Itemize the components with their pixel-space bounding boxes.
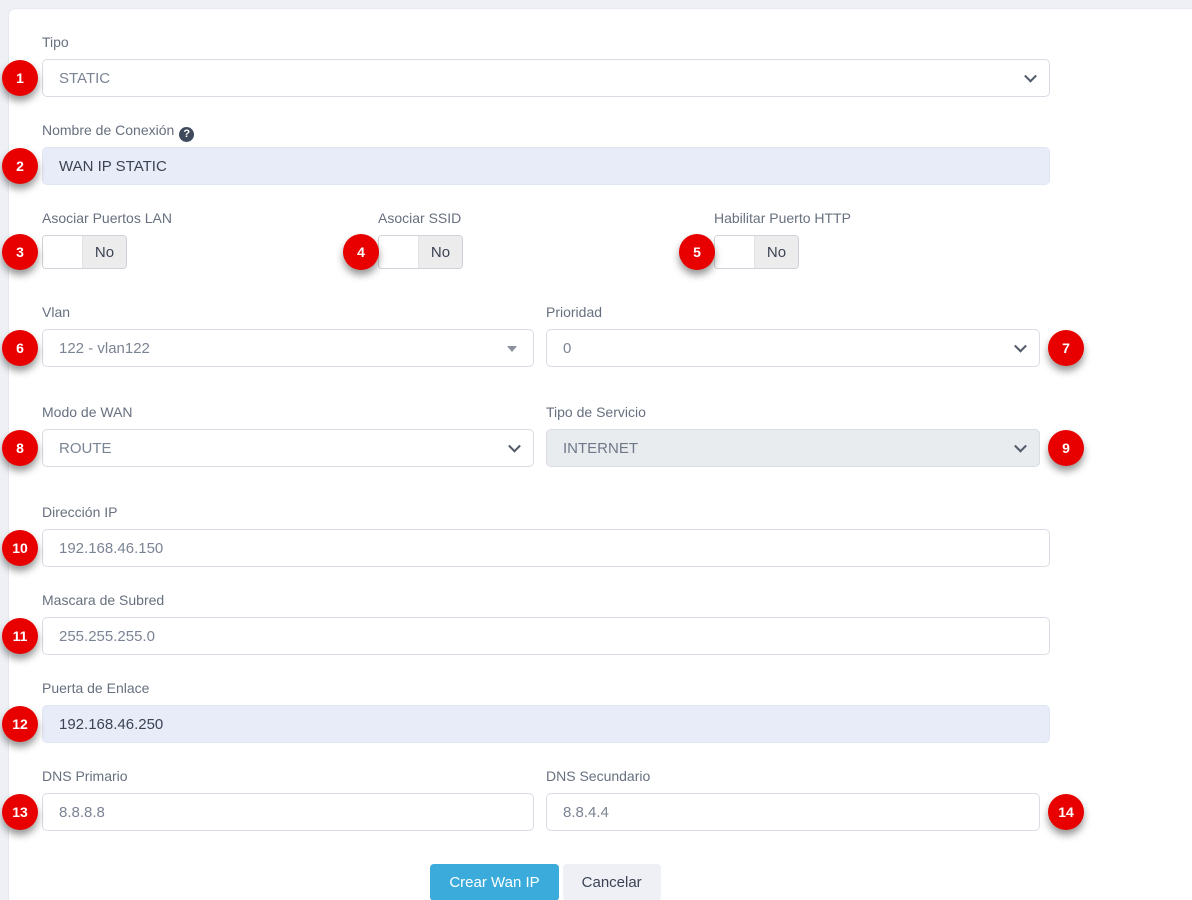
mascara-label: Mascara de Subred bbox=[42, 592, 165, 608]
create-wan-ip-button[interactable]: Crear Wan IP bbox=[430, 864, 559, 900]
dns-row: DNS Primario 13 DNS Secundario 14 bbox=[2, 767, 1084, 831]
field-dns-primario: DNS Primario 13 bbox=[2, 767, 534, 831]
step-badge-6: 6 bbox=[2, 330, 38, 366]
nombre-conexion-label: Nombre de Conexión? bbox=[42, 121, 1050, 142]
field-vlan: Vlan 6 122 - vlan122 bbox=[2, 303, 534, 367]
step-badge-7: 7 bbox=[1048, 330, 1084, 366]
prioridad-label: Prioridad bbox=[546, 304, 603, 320]
direccion-ip-input[interactable] bbox=[42, 529, 1050, 567]
modo-wan-label: Modo de WAN bbox=[42, 404, 133, 420]
vlan-prioridad-row: Vlan 6 122 - vlan122 Prioridad 7 0 bbox=[2, 303, 1084, 367]
toggle-knob bbox=[379, 236, 419, 268]
dropdown-arrow-icon bbox=[507, 346, 517, 352]
puerto-http-label: Habilitar Puerto HTTP bbox=[714, 210, 851, 226]
field-asociar-lan: Asociar Puertos LAN 3 No bbox=[2, 209, 378, 270]
puerta-enlace-label: Puerta de Enlace bbox=[42, 680, 150, 696]
dns-secundario-label: DNS Secundario bbox=[546, 768, 651, 784]
step-badge-1: 1 bbox=[2, 60, 38, 96]
step-badge-11: 11 bbox=[2, 618, 38, 654]
field-tipo-servicio: Tipo de Servicio 9 INTERNET bbox=[546, 403, 1084, 467]
field-modo-wan: Modo de WAN 8 ROUTE bbox=[2, 403, 534, 467]
tipo-servicio-select: INTERNET bbox=[546, 429, 1040, 467]
step-badge-14: 14 bbox=[1048, 794, 1084, 830]
field-puerta-enlace: Puerta de Enlace 12 bbox=[2, 679, 1050, 743]
asociar-ssid-toggle[interactable]: No bbox=[378, 235, 463, 269]
vlan-label: Vlan bbox=[42, 304, 71, 320]
step-badge-4: 4 bbox=[343, 234, 379, 270]
step-badge-5: 5 bbox=[679, 234, 715, 270]
direccion-ip-label: Dirección IP bbox=[42, 504, 118, 520]
toggle-knob bbox=[715, 236, 755, 268]
dns-primario-input[interactable] bbox=[42, 793, 534, 831]
toggle-knob bbox=[43, 236, 83, 268]
vlan-select[interactable]: 122 - vlan122 bbox=[42, 329, 534, 367]
vlan-selected-value: 122 - vlan122 bbox=[59, 339, 150, 357]
field-tipo: Tipo 1 STATIC bbox=[2, 33, 1050, 97]
toggle-state-label: No bbox=[419, 236, 462, 268]
field-puerto-http: Habilitar Puerto HTTP 5 No bbox=[679, 209, 1050, 270]
form-card: Tipo 1 STATIC Nombre de Conexión? 2 Asoc… bbox=[2, 8, 1192, 900]
tipo-label: Tipo bbox=[42, 34, 69, 50]
step-badge-12: 12 bbox=[2, 706, 38, 742]
toggles-row: Asociar Puertos LAN 3 No Asociar SSID 4 … bbox=[2, 209, 1050, 270]
step-badge-3: 3 bbox=[2, 234, 38, 270]
form-actions: Crear Wan IP Cancelar bbox=[42, 864, 1049, 900]
step-badge-13: 13 bbox=[2, 794, 38, 830]
step-badge-8: 8 bbox=[2, 430, 38, 466]
field-mascara: Mascara de Subred 11 bbox=[2, 591, 1050, 655]
toggle-state-label: No bbox=[83, 236, 126, 268]
field-dns-secundario: DNS Secundario 14 bbox=[546, 767, 1084, 831]
nombre-conexion-input[interactable] bbox=[42, 147, 1050, 185]
asociar-lan-toggle[interactable]: No bbox=[42, 235, 127, 269]
step-badge-9: 9 bbox=[1048, 430, 1084, 466]
dns-secundario-input[interactable] bbox=[546, 793, 1040, 831]
help-icon[interactable]: ? bbox=[179, 126, 195, 142]
dns-primario-label: DNS Primario bbox=[42, 768, 128, 784]
tipo-servicio-label: Tipo de Servicio bbox=[546, 404, 646, 420]
step-badge-10: 10 bbox=[2, 530, 38, 566]
mascara-input[interactable] bbox=[42, 617, 1050, 655]
puerto-http-toggle[interactable]: No bbox=[714, 235, 799, 269]
puerta-enlace-input[interactable] bbox=[42, 705, 1050, 743]
modo-servicio-row: Modo de WAN 8 ROUTE Tipo de Servicio 9 I… bbox=[2, 403, 1084, 467]
modo-wan-select[interactable]: ROUTE bbox=[42, 429, 534, 467]
step-badge-2: 2 bbox=[2, 148, 38, 184]
wan-form: Tipo 1 STATIC Nombre de Conexión? 2 Asoc… bbox=[2, 9, 1084, 900]
field-direccion-ip: Dirección IP 10 bbox=[2, 503, 1050, 567]
field-nombre-conexion: Nombre de Conexión? 2 bbox=[2, 121, 1050, 185]
tipo-select[interactable]: STATIC bbox=[42, 59, 1050, 97]
asociar-lan-label: Asociar Puertos LAN bbox=[42, 210, 172, 226]
asociar-ssid-label: Asociar SSID bbox=[378, 210, 462, 226]
toggle-state-label: No bbox=[755, 236, 798, 268]
field-asociar-ssid: Asociar SSID 4 No bbox=[343, 209, 714, 270]
cancel-button[interactable]: Cancelar bbox=[562, 864, 661, 900]
prioridad-select[interactable]: 0 bbox=[546, 329, 1040, 367]
field-prioridad: Prioridad 7 0 bbox=[546, 303, 1084, 367]
